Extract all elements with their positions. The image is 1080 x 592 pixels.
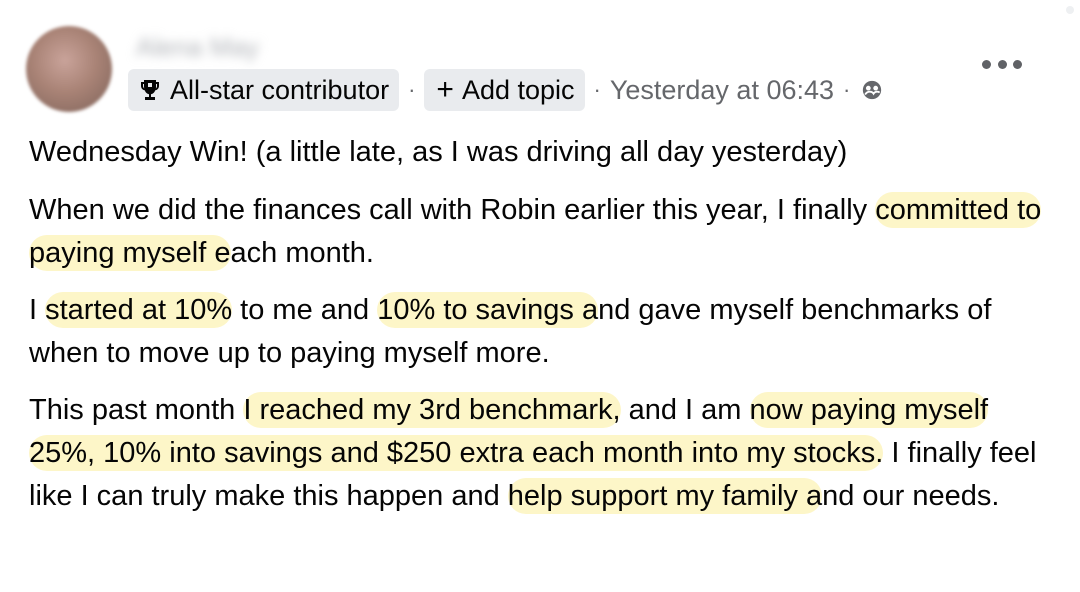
author-name[interactable]: Alena May [130, 32, 265, 62]
plus-icon: + [436, 73, 454, 106]
highlighted-text: started at 10% [45, 292, 233, 328]
separator-dot: · [408, 77, 416, 102]
highlighted-text: 10% to savings a [377, 292, 599, 328]
post-text: When we did the finances call with Robin… [29, 194, 876, 226]
menu-dot [982, 59, 991, 69]
highlighted-text: I reached my 3rd benchmark, [243, 392, 621, 428]
post-text: to me and [232, 294, 378, 326]
add-topic-label: Add topic [461, 74, 575, 105]
more-options-icon[interactable] [982, 56, 1022, 72]
badge-label: All-star contributor [170, 74, 390, 105]
highlighted-text: help support my family a [507, 478, 823, 514]
menu-dot [997, 59, 1007, 69]
separator-dot: · [593, 77, 601, 102]
post-timestamp[interactable]: Yesterday at 06:43 [610, 75, 834, 106]
post-text: nd our needs. [822, 480, 1000, 512]
post-body: Wednesday Win! (a little late, as I was … [29, 131, 1059, 532]
post-text: I [29, 294, 46, 326]
post-text: Wednesday Win! (a little late, as I was … [29, 136, 848, 168]
author-avatar[interactable] [26, 26, 112, 112]
post-meta-row: All-star contributor · + Add topic · Yes… [128, 68, 883, 112]
post-text: ach month. [230, 237, 374, 269]
menu-dot [1013, 59, 1022, 69]
post-text: and I am [620, 394, 750, 426]
separator-dot: · [843, 77, 851, 102]
group-privacy-icon[interactable] [861, 79, 883, 101]
post-paragraph-1: Wednesday Win! (a little late, as I was … [29, 131, 1059, 174]
post-paragraph-4: This past month I reached my 3rd benchma… [29, 389, 1059, 518]
corner-indicator [1066, 6, 1074, 14]
post-paragraph-3: I started at 10% to me and 10% to saving… [29, 289, 1059, 375]
post-text: This past month [29, 394, 244, 426]
trophy-icon [141, 80, 159, 100]
all-star-contributor-badge[interactable]: All-star contributor [128, 69, 400, 111]
post-paragraph-2: When we did the finances call with Robin… [29, 189, 1059, 275]
add-topic-button[interactable]: + Add topic [424, 69, 585, 111]
